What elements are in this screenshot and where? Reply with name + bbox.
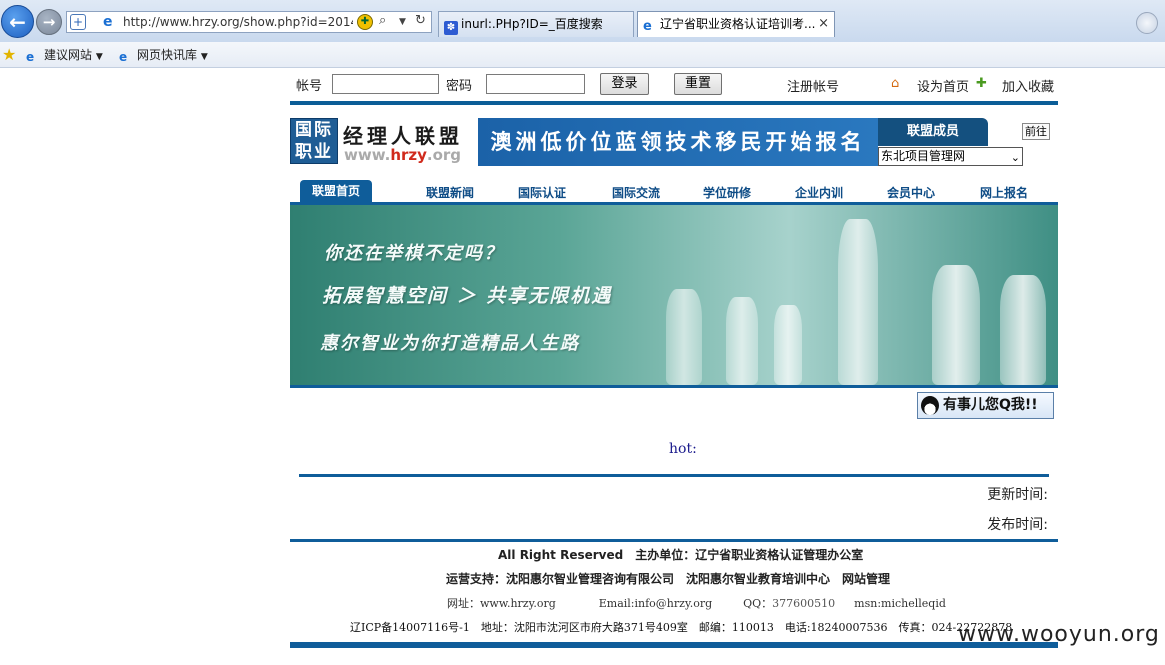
ie-page-icon: e — [119, 50, 128, 64]
home-icon: ⌂ — [891, 76, 900, 91]
published-time: 发布时间: — [987, 517, 1048, 533]
dropdown-arrow-icon: ▼ — [200, 52, 208, 62]
address-bar[interactable]: + e http://www.hrzy.org/show.php?id=2014… — [66, 11, 432, 33]
add-favorite-link[interactable]: 加入收藏 — [1002, 76, 1054, 95]
search-icon[interactable]: ⌕ — [379, 13, 386, 28]
url-text[interactable]: http://www.hrzy.org/show.php?id=2014 — [123, 15, 353, 31]
chess-piece-image — [1000, 275, 1046, 385]
site-header: 国际职业 经理人联盟 www.hrzy.org 澳洲低价位蓝领技术移民开始报名 … — [290, 118, 1058, 166]
ie-page-icon: e — [103, 14, 113, 30]
nav-item-home[interactable]: 联盟首页 — [300, 180, 372, 202]
site-domain: www.hrzy.org — [344, 146, 461, 164]
favorite-label: 网页快讯库 — [137, 48, 198, 62]
favorite-web-slice[interactable]: e 网页快讯库 ▼ — [119, 46, 208, 64]
ie-page-icon: e — [643, 19, 652, 34]
home-icon[interactable] — [1136, 12, 1158, 34]
divider — [299, 474, 1049, 477]
password-label: 密码 — [446, 79, 473, 94]
login-bar: 帐号 密码 登录 重置 注册帐号 ⌂ 设为首页 ✚ 加入收藏 — [290, 68, 1058, 101]
nav-item-member-center[interactable]: 会员中心 — [887, 184, 935, 201]
domain-prefix: www. — [344, 146, 391, 164]
password-input[interactable] — [486, 74, 585, 94]
updated-time: 更新时间: — [987, 487, 1048, 503]
favorites-star-icon[interactable]: ★ — [2, 45, 16, 64]
advert-banner[interactable]: 澳洲低价位蓝领技术移民开始报名 — [478, 118, 878, 166]
favorite-label: 建议网站 — [44, 48, 93, 62]
footer-line: 辽ICP备14007116号-1 地址：沈阳市沈河区市府大路371号409室 邮… — [350, 621, 1013, 634]
hero-line: 惠尔智业为你打造精品人生路 — [320, 333, 580, 354]
close-tab-icon[interactable]: × — [818, 12, 829, 36]
back-button[interactable]: ← — [1, 5, 34, 38]
footer-line: All Right Reserved 主办单位：辽宁省职业资格认证管理办公室 — [498, 548, 864, 562]
nav-item-training[interactable]: 企业内训 — [795, 184, 843, 201]
qq-badge-label: 有事儿您Q我!! — [943, 397, 1038, 413]
arrow-left-icon: ← — [9, 9, 26, 34]
chess-piece-image — [774, 305, 802, 385]
footer-msn: msn:michelleqid — [854, 597, 946, 610]
shield-icon[interactable]: + — [70, 14, 86, 30]
qq-contact-button[interactable]: 有事儿您Q我!! — [917, 392, 1054, 419]
members-tab: 联盟成员 — [878, 118, 988, 146]
favorite-suggested-sites[interactable]: e 建议网站 ▼ — [26, 46, 103, 64]
tab-label: 辽宁省职业资格认证培训考... — [660, 17, 816, 31]
login-button[interactable]: 登录 — [600, 73, 649, 95]
footer-site: 网址：www.hrzy.org — [447, 597, 556, 610]
footer-qq-label: QQ： — [743, 597, 773, 610]
arrow-right-icon: → — [42, 13, 56, 31]
browser-toolbar: ← → + e http://www.hrzy.org/show.php?id=… — [0, 0, 1165, 43]
nav-item-online-signup[interactable]: 网上报名 — [980, 184, 1028, 201]
dropdown-arrow-icon: ▼ — [95, 52, 103, 62]
watermark: www.wooyun.org — [958, 622, 1160, 647]
qq-penguin-icon — [921, 396, 939, 415]
baidu-paw-icon: ✽ — [444, 21, 458, 35]
divider — [290, 642, 1058, 648]
hot-label: hot: — [669, 441, 697, 457]
dropdown-arrow-icon[interactable]: ▼ — [399, 17, 406, 27]
tab-baidu-search[interactable]: ✽ inurl:.PHp?ID=_百度搜索 — [438, 11, 634, 37]
hero-banner: 你还在举棋不定吗？ 拓展智慧空间 ＞ 共享无限机遇 惠尔智业为你打造精品人生路 — [290, 205, 1058, 385]
page-content: 帐号 密码 登录 重置 注册帐号 ⌂ 设为首页 ✚ 加入收藏 国际职业 经理人联… — [290, 68, 1058, 665]
chess-piece-image — [726, 297, 758, 385]
account-input[interactable] — [332, 74, 439, 94]
ie-page-icon: e — [26, 50, 35, 64]
favorites-bar: ★ e 建议网站 ▼ e 网页快讯库 ▼ — [0, 42, 1165, 68]
go-button[interactable]: 前往 — [1022, 123, 1050, 140]
hero-line: 你还在举棋不定吗？ — [324, 243, 504, 264]
members-select-value: 东北项目管理网 — [881, 149, 966, 163]
chess-piece-image — [666, 289, 702, 385]
site-title: 经理人联盟 — [343, 124, 463, 148]
domain-suffix: .org — [426, 146, 462, 164]
nav-item-exchange[interactable]: 国际交流 — [612, 184, 660, 201]
divider — [290, 385, 1058, 388]
chevron-down-icon: ⌄ — [1010, 151, 1020, 164]
tab-current-page[interactable]: e 辽宁省职业资格认证培训考... × — [637, 11, 835, 37]
footer-line: 运营支持：沈阳惠尔智业管理咨询有限公司 沈阳惠尔智业教育培训中心 网站管理 — [446, 572, 891, 586]
refresh-icon[interactable]: ↻ — [415, 13, 426, 28]
nav-item-certification[interactable]: 国际认证 — [518, 184, 566, 201]
logo[interactable]: 国际职业 — [290, 118, 338, 164]
chess-piece-image — [932, 265, 980, 385]
tab-label: inurl:.PHp?ID=_百度搜索 — [461, 17, 603, 31]
footer-email: Email:info@hrzy.org — [598, 597, 713, 610]
favorite-add-icon: ✚ — [976, 76, 987, 91]
set-homepage-link[interactable]: 设为首页 — [917, 76, 969, 95]
members-select[interactable]: 东北项目管理网 ⌄ — [878, 147, 1023, 166]
divider — [290, 539, 1058, 542]
domain-brand: hrzy — [390, 146, 427, 164]
account-label: 帐号 — [296, 79, 323, 94]
divider — [290, 101, 1058, 105]
chess-king-image — [838, 219, 878, 385]
forward-button[interactable]: → — [36, 9, 62, 35]
reset-button[interactable]: 重置 — [674, 73, 722, 95]
footer-contact: 网址：www.hrzy.org Email:info@hrzy.org QQ：3… — [447, 595, 946, 611]
footer-qq: 377600510 — [772, 597, 836, 610]
compatibility-icon[interactable]: ✚ — [357, 14, 373, 30]
hero-line: 拓展智慧空间 ＞ 共享无限机遇 — [322, 285, 613, 307]
nav-item-news[interactable]: 联盟新闻 — [426, 184, 474, 201]
nav-item-degree[interactable]: 学位研修 — [703, 184, 751, 201]
register-link[interactable]: 注册帐号 — [787, 76, 839, 95]
